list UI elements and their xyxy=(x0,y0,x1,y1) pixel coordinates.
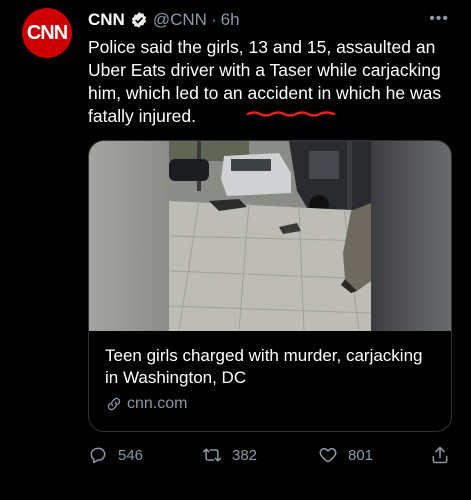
user-handle[interactable]: @CNN xyxy=(153,10,207,30)
share-icon xyxy=(432,446,448,464)
card-domain[interactable]: cnn.com xyxy=(105,395,435,413)
link-icon xyxy=(107,397,121,411)
blurred-right-edge xyxy=(371,141,451,331)
street-scene-photo xyxy=(169,141,371,331)
more-icon[interactable]: ••• xyxy=(429,10,449,28)
tweet-actions: 546 382 801 xyxy=(88,442,450,468)
tweet-header: CNN @CNN · 6h xyxy=(88,8,451,32)
like-icon xyxy=(319,448,337,463)
avatar-logo-text: CNN xyxy=(26,21,68,44)
blurred-left-edge xyxy=(89,141,169,331)
red-underline-annotation xyxy=(246,111,336,117)
separator: · xyxy=(210,10,217,29)
retweet-icon xyxy=(202,448,222,462)
card-domain-text: cnn.com xyxy=(127,395,188,412)
avatar[interactable]: CNN xyxy=(22,8,72,58)
card-image[interactable] xyxy=(89,141,451,331)
display-name[interactable]: CNN xyxy=(88,10,125,30)
retweet-count: 382 xyxy=(232,446,258,464)
reply-icon xyxy=(90,447,106,464)
timestamp[interactable]: 6h xyxy=(221,10,240,30)
verified-badge-icon xyxy=(131,12,146,28)
link-card[interactable]: Teen girls charged with murder, carjacki… xyxy=(88,140,452,432)
reply-count: 546 xyxy=(118,446,144,464)
like-count: 801 xyxy=(348,446,374,464)
share-button[interactable] xyxy=(430,442,450,468)
retweet-button[interactable]: 382 xyxy=(202,442,257,468)
card-title[interactable]: Teen girls charged with murder, carjacki… xyxy=(105,345,435,389)
like-button[interactable]: 801 xyxy=(318,442,373,468)
reply-button[interactable]: 546 xyxy=(88,442,143,468)
